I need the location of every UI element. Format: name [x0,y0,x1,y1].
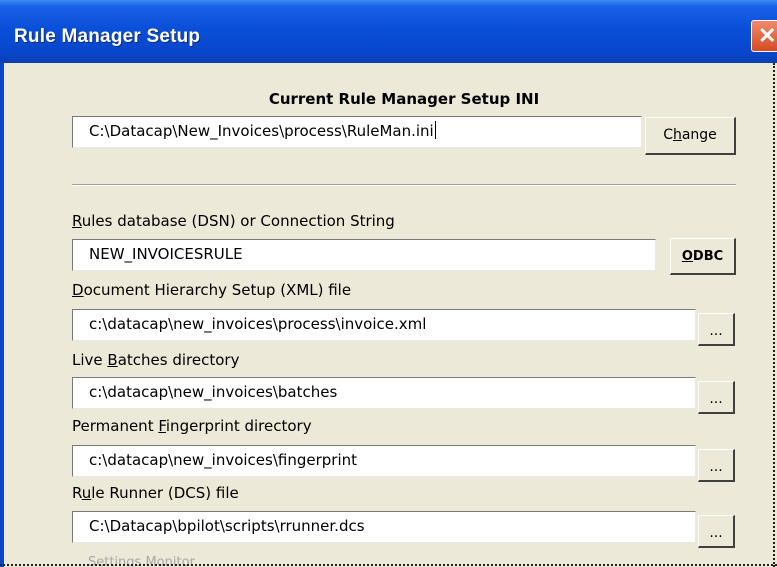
fingerprint-value: c:\datacap\new_invoices\fingerprint [89,451,358,469]
browse-button-label: ... [709,391,723,407]
browse-button-label: ... [709,459,723,475]
doc-hierarchy-label: Document Hierarchy Setup (XML) file [72,281,352,299]
live-batches-label: Live Batches directory [72,351,240,369]
text-caret [434,121,436,139]
live-batches-value: c:\datacap\new_invoices\batches [89,383,338,401]
live-batches-browse-button[interactable]: ... [698,381,735,414]
odbc-button-label: ODBC [681,249,724,264]
live-batches-input[interactable]: c:\datacap\new_invoices\batches [72,377,696,409]
rule-manager-setup-dialog: Rule Manager Setup ✕ Current Rule Manage… [0,0,777,567]
change-button[interactable]: Change [645,117,736,155]
rule-runner-browse-button[interactable]: ... [698,515,735,548]
ini-path-value: C:\Datacap\New_Invoices\process\RuleMan.… [89,122,434,140]
window-title: Rule Manager Setup [14,26,201,47]
rule-runner-value: C:\Datacap\bpilot\scripts\rrunner.dcs [89,517,365,535]
separator [72,184,736,186]
rules-db-value: NEW_INVOICESRULE [89,245,243,263]
rule-runner-label: Rule Runner (DCS) file [72,484,239,502]
fingerprint-label: Permanent Fingerprint directory [72,417,312,435]
rules-db-input[interactable]: NEW_INVOICESRULE [72,239,656,271]
window-border [0,63,4,567]
browse-button-label: ... [709,323,723,339]
fingerprint-browse-button[interactable]: ... [698,449,735,482]
ini-path-input[interactable]: C:\Datacap\New_Invoices\process\RuleMan.… [72,116,642,148]
title-bar[interactable]: Rule Manager Setup ✕ [0,0,777,63]
doc-hierarchy-input[interactable]: c:\datacap\new_invoices\process\invoice.… [72,309,696,341]
capture-border-right [773,63,775,567]
rules-db-label: Rules database (DSN) or Connection Strin… [72,212,395,230]
doc-hierarchy-value: c:\datacap\new_invoices\process\invoice.… [89,315,427,333]
close-icon[interactable]: ✕ [751,20,777,52]
rule-runner-input[interactable]: C:\Datacap\bpilot\scripts\rrunner.dcs [72,511,696,543]
capture-border-bottom [0,564,777,566]
ini-heading: Current Rule Manager Setup INI [268,90,540,108]
browse-button-label: ... [709,525,723,541]
odbc-button[interactable]: ODBC [670,238,736,275]
change-button-label: Change [663,127,717,143]
fingerprint-input[interactable]: c:\datacap\new_invoices\fingerprint [72,445,696,477]
doc-hierarchy-browse-button[interactable]: ... [698,313,735,346]
